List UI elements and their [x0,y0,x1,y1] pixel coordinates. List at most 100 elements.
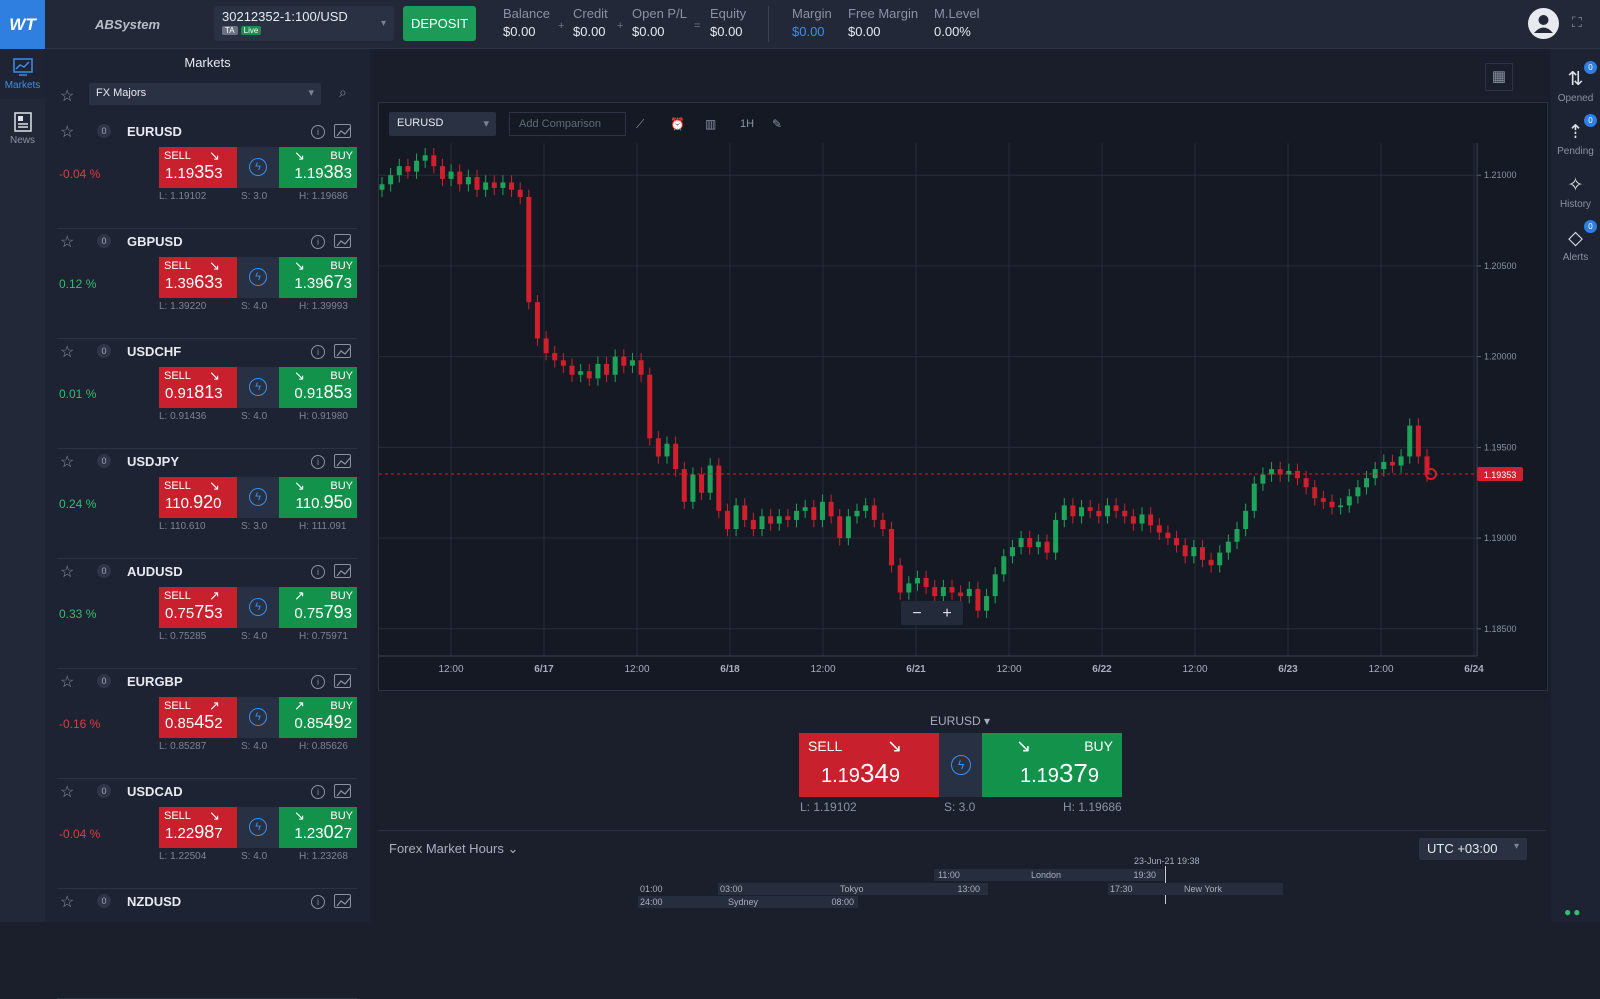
mini-chart-icon[interactable] [334,124,351,138]
app-logo[interactable]: WT [0,0,45,49]
sell-button[interactable]: SELL ↘ 1.22987 [159,807,237,848]
buy-button[interactable]: ↘ BUY 1.19383 [279,147,357,188]
favorite-star-icon[interactable]: ☆ [60,782,74,802]
trade-symbol-select[interactable]: EURUSD ▾ [930,714,990,728]
one-click-trading-toggle[interactable]: ϟ [237,147,279,188]
symbol-row[interactable]: ☆ 0 AUDUSD i 0.33 % SELL ↗ 0.75753 ϟ ↗ B… [57,559,357,669]
sell-button[interactable]: SELL ↗ 0.85452 [159,697,237,738]
layout-grid-icon[interactable]: ▦ [1485,63,1513,91]
nav-markets[interactable]: Markets [0,49,45,99]
favorite-star-icon[interactable]: ☆ [60,562,74,582]
symbol-row[interactable]: ☆ 0 USDJPY i 0.24 % SELL ↘ 110.920 ϟ ↘ B… [57,449,357,559]
buy-button[interactable]: ↘ BUY 110.950 [279,477,357,518]
buy-button[interactable]: ↘ BUY 0.91853 [279,367,357,408]
mini-chart-icon[interactable] [334,894,351,908]
one-click-trading-toggle[interactable]: ϟ [237,367,279,408]
favorites-star-icon[interactable]: ☆ [60,86,74,106]
nav-news[interactable]: News [0,104,45,154]
mini-chart-icon[interactable] [334,454,351,468]
one-click-trading-toggle[interactable]: ϟ [237,587,279,628]
symbol-row[interactable]: ☆ 0 EURGBP i -0.16 % SELL ↗ 0.85452 ϟ ↗ … [57,669,357,779]
zoom-out-icon[interactable]: − [912,605,921,622]
nav-opened[interactable]: 0 ⇅ Opened [1551,61,1600,104]
symbol-row[interactable]: ☆ 0 NZDUSD i [57,889,357,999]
deposit-button[interactable]: DEPOSIT [403,6,476,41]
sell-button[interactable]: SELL ↘ 1.19349 [799,733,939,797]
x-tick-label: 12:00 [810,664,835,675]
symbol-name[interactable]: USDCHF [127,344,181,359]
info-icon[interactable]: i [311,675,325,689]
mini-chart-icon[interactable] [334,564,351,578]
search-icon[interactable]: ⌕ [339,84,347,101]
mini-chart-icon[interactable] [334,674,351,688]
stat-label: Credit [573,6,608,21]
buy-label: BUY [330,700,353,712]
info-icon[interactable]: i [311,565,325,579]
symbol-name[interactable]: EURGBP [127,674,183,689]
price-pips: 49 [323,712,344,732]
symbol-row[interactable]: ☆ 0 EURUSD i -0.04 % SELL ↘ 1.19353 ϟ ↘ … [57,119,357,229]
sell-button[interactable]: SELL ↘ 1.19353 [159,147,237,188]
one-click-trading-toggle[interactable]: ϟ [939,733,982,797]
one-click-trading-toggle[interactable]: ϟ [237,807,279,848]
symbol-row[interactable]: ☆ 0 USDCHF i 0.01 % SELL ↘ 0.91813 ϟ ↘ B… [57,339,357,449]
symbol-name[interactable]: EURUSD [127,124,182,139]
zoom-in-icon[interactable]: + [942,605,951,622]
candle-body [811,507,817,520]
buy-button[interactable]: ↘ BUY 1.23027 [279,807,357,848]
buy-button[interactable]: ↗ BUY 0.75793 [279,587,357,628]
symbol-name[interactable]: NZDUSD [127,894,181,909]
buy-button[interactable]: ↗ BUY 0.85492 [279,697,357,738]
sell-button[interactable]: SELL ↗ 0.75753 [159,587,237,628]
favorite-star-icon[interactable]: ☆ [60,892,74,912]
nav-history[interactable]: ✧ History [1551,175,1600,210]
sell-button[interactable]: SELL ↘ 0.91813 [159,367,237,408]
fullscreen-icon[interactable]: ⛶ [1572,14,1588,30]
candle-body [871,505,877,520]
market-hours-toggle[interactable]: Forex Market Hours ⌄ [389,841,518,857]
symbol-name[interactable]: USDCAD [127,784,183,799]
mini-chart-icon[interactable] [334,344,351,358]
sell-button[interactable]: SELL ↘ 1.39633 [159,257,237,298]
zoom-controls[interactable] [901,601,963,625]
favorite-star-icon[interactable]: ☆ [60,452,74,472]
buy-button[interactable]: ↘ BUY 1.19379 [982,733,1122,797]
symbol-name[interactable]: USDJPY [127,454,179,469]
one-click-trading-toggle[interactable]: ϟ [237,697,279,738]
user-avatar-icon[interactable] [1528,8,1559,39]
candle-body [1027,538,1033,548]
account-selector[interactable]: 30212352-1:100/USD TA Live ▾ [214,6,394,41]
symbol-row[interactable]: ☆ 0 USDCAD i -0.04 % SELL ↘ 1.22987 ϟ ↘ … [57,779,357,889]
stat-label: Open P/L [632,6,687,21]
one-click-trading-toggle[interactable]: ϟ [237,477,279,518]
count-badge: 0 [1584,114,1597,127]
mini-chart-icon[interactable] [334,234,351,248]
info-icon[interactable]: i [311,455,325,469]
margin-level-stat: M.Level 0.00% [934,6,980,39]
nav-pending[interactable]: 0 ⇡ Pending [1551,114,1600,157]
favorite-star-icon[interactable]: ☆ [60,122,74,142]
favorite-star-icon[interactable]: ☆ [60,672,74,692]
sell-price: 1.19349 [821,758,900,789]
price-chart[interactable]: 1.18500 1.19000 1.19500 1.20000 1.20500 1.210… [379,103,1547,690]
symbol-name[interactable]: GBPUSD [127,234,183,249]
timezone-select[interactable]: UTC +03:00 ▾ [1419,838,1527,860]
mini-chart-icon[interactable] [334,784,351,798]
nav-alerts[interactable]: 0 ◇ Alerts [1551,220,1600,263]
sell-button[interactable]: SELL ↘ 110.920 [159,477,237,518]
favorite-star-icon[interactable]: ☆ [60,342,74,362]
info-icon[interactable]: i [311,125,325,139]
favorite-star-icon[interactable]: ☆ [60,232,74,252]
symbol-name[interactable]: AUDUSD [127,564,183,579]
day-low: L: 1.19102 [800,800,857,814]
one-click-trading-toggle[interactable]: ϟ [237,257,279,298]
buy-button[interactable]: ↘ BUY 1.39673 [279,257,357,298]
info-icon[interactable]: i [311,235,325,249]
candle-body [759,516,765,529]
info-icon[interactable]: i [311,895,325,909]
symbol-row[interactable]: ☆ 0 GBPUSD i 0.12 % SELL ↘ 1.39633 ϟ ↘ B… [57,229,357,339]
market-group-select[interactable]: FX Majors ▾ [89,83,321,105]
candle-body [509,182,515,190]
info-icon[interactable]: i [311,785,325,799]
info-icon[interactable]: i [311,345,325,359]
